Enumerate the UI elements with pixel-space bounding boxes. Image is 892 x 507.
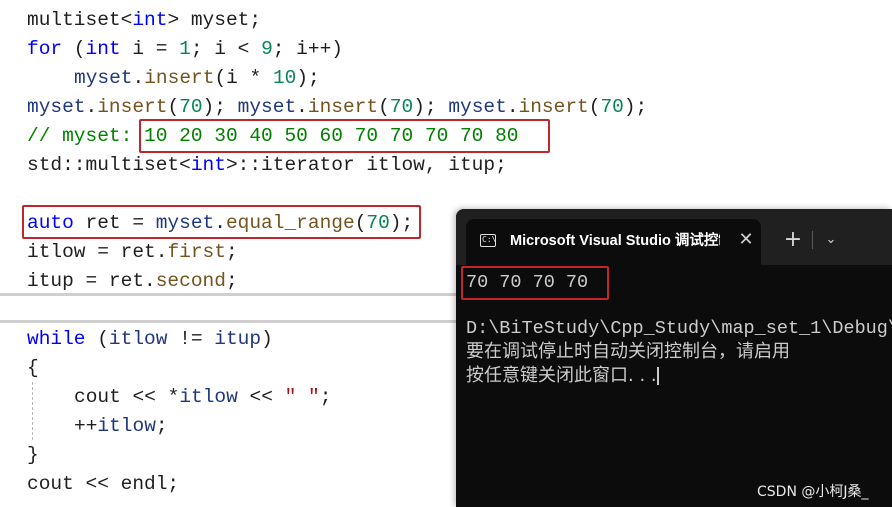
indent-guide	[32, 382, 33, 440]
code-line-10: itup = ret.second;	[27, 270, 238, 292]
chevron-down-icon[interactable]: ⌄	[820, 227, 842, 253]
code-line-3: myset.insert(i * 10);	[74, 67, 320, 89]
watermark: CSDN @小柯J桑_	[757, 484, 869, 500]
highlight-box-equal-range	[22, 205, 421, 239]
terminal-hint-line: 要在调试停止时自动关闭控制台，请启用	[466, 341, 790, 362]
code-line-4: myset.insert(70); myset.insert(70); myse…	[27, 96, 648, 118]
highlight-box-output	[461, 266, 609, 300]
terminal-path-line: D:\BiTeStudy\Cpp_Study\map_set_1\Debug\m…	[466, 318, 892, 339]
code-line-16: cout << endl;	[27, 473, 180, 495]
highlight-box-comment	[139, 119, 550, 153]
code-line-6: std::multiset<int>::iterator itlow, itup…	[27, 154, 507, 176]
code-line-9: itlow = ret.first;	[27, 241, 238, 263]
tab-separator	[812, 231, 813, 249]
code-line-14: ++itlow;	[74, 415, 168, 437]
close-icon[interactable]: ✕	[736, 229, 756, 251]
terminal-press-key-line: 按任意键关闭此窗口. . .	[466, 365, 659, 386]
code-line-11: while (itlow != itup)	[27, 328, 273, 350]
code-line-15: }	[27, 444, 39, 466]
text-cursor	[656, 367, 659, 385]
code-line-1: multiset<int> myset;	[27, 9, 262, 31]
new-tab-button[interactable]: +	[780, 227, 806, 253]
code-line-13: cout << *itlow << " ";	[74, 386, 332, 408]
terminal-tab[interactable]: C:\ Microsoft Visual Studio 调试控制台 ✕	[466, 219, 761, 265]
code-line-2: for (int i = 1; i < 9; i++)	[27, 38, 343, 60]
terminal-tab-bar: C:\ Microsoft Visual Studio 调试控制台 ✕ + ⌄	[456, 209, 892, 265]
console-icon: C:\	[480, 234, 496, 247]
code-line-12: {	[27, 357, 39, 379]
terminal-tab-title: Microsoft Visual Studio 调试控制台	[510, 233, 720, 249]
terminal-window[interactable]: C:\ Microsoft Visual Studio 调试控制台 ✕ + ⌄ …	[456, 209, 892, 507]
